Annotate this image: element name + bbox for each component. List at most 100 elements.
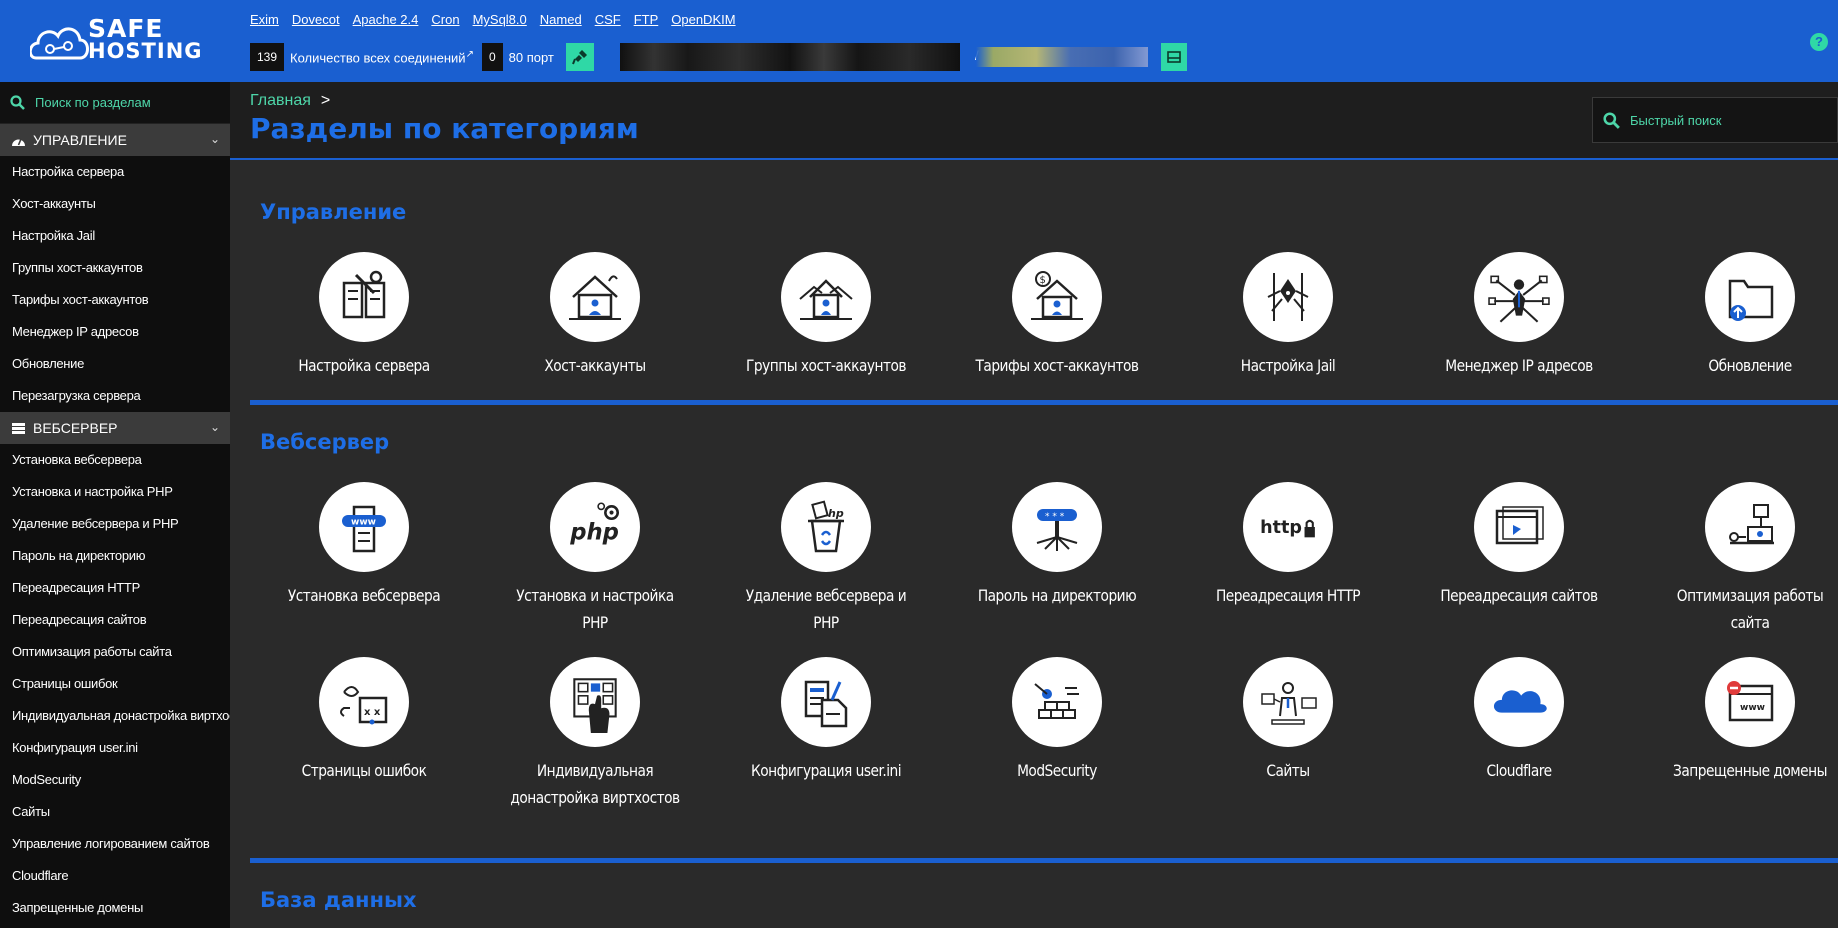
tile-php-setup[interactable]: php Установка и настройка PHP <box>495 482 695 636</box>
service-link-named[interactable]: Named <box>540 12 582 27</box>
service-link-exim[interactable]: Exim <box>250 12 279 27</box>
tile-vhost-custom[interactable]: Индивидуальная донастройка виртхостов <box>495 657 695 811</box>
tile-forbidden-domains[interactable]: www Запрещенные домены <box>1650 657 1838 784</box>
search-icon <box>10 95 25 110</box>
tile-webserver-remove[interactable]: hp Удаление вебсервера и PHP <box>726 482 926 636</box>
sidebar-item-webserver-remove[interactable]: Удаление вебсервера и PHP <box>0 508 230 540</box>
sidebar-search-input[interactable] <box>35 95 215 110</box>
service-link-opendkim[interactable]: OpenDKIM <box>671 12 735 27</box>
tile-host-accounts[interactable]: Хост-аккаунты <box>495 252 695 379</box>
tile-jail[interactable]: Настройка Jail <box>1188 252 1388 379</box>
tile-label: Оптимизация работы сайта <box>1676 586 1824 632</box>
error-pages-icon: x x <box>319 657 409 747</box>
sidebar-item-site-optimization[interactable]: Оптимизация работы сайта <box>0 636 230 668</box>
tile-label: Установка и настройка PHP <box>516 586 674 632</box>
sidebar-item-jail[interactable]: Настройка Jail <box>0 220 230 252</box>
tile-label: Обновление <box>1708 356 1792 375</box>
sidebar-category-label: ВЕБСЕРВЕР <box>33 420 118 436</box>
house-tariff-icon: $ <box>1012 252 1102 342</box>
sidebar-item-server-settings[interactable]: Настройка сервера <box>0 156 230 188</box>
sidebar-item-host-accounts[interactable]: Хост-аккаунты <box>0 188 230 220</box>
main-content: Главная > Разделы по категориям Управлени… <box>230 82 1838 928</box>
sidebar-category-webserver[interactable]: ВЕБСЕРВЕР ⌄ <box>0 412 230 444</box>
tile-http-redirect[interactable]: http Переадресация HTTP <box>1188 482 1388 609</box>
sidebar-item-reboot[interactable]: Перезагрузка сервера <box>0 380 230 412</box>
sidebar-item-error-pages[interactable]: Страницы ошибок <box>0 668 230 700</box>
sidebar-item-ip-manager[interactable]: Менеджер IP адресов <box>0 316 230 348</box>
tile-ip-manager[interactable]: Менеджер IP адресов <box>1419 252 1619 379</box>
sidebar-item-site-redirect[interactable]: Переадресация сайтов <box>0 604 230 636</box>
tile-server-settings[interactable]: Настройка сервера <box>264 252 464 379</box>
service-link-dovecot[interactable]: Dovecot <box>292 12 340 27</box>
tile-label: Переадресация сайтов <box>1440 586 1598 605</box>
tile-modsecurity[interactable]: ModSecurity <box>957 657 1157 784</box>
svg-text:php: php <box>569 519 619 545</box>
service-link-cron[interactable]: Cron <box>431 12 459 27</box>
tile-host-groups[interactable]: Группы хост-аккаунтов <box>726 252 926 379</box>
webserver-install-icon: www <box>319 482 409 572</box>
connections-bar: 139 Количество всех соединений↗ 0 80 пор… <box>250 42 594 72</box>
sidebar-category-label: УПРАВЛЕНИЕ <box>33 132 127 148</box>
sidebar-item-forbidden-domains[interactable]: Запрещенные домены <box>0 892 230 924</box>
breadcrumb-home[interactable]: Главная <box>250 92 311 109</box>
sidebar-item-http-redirect[interactable]: Переадресация HTTP <box>0 572 230 604</box>
service-link-ftp[interactable]: FTP <box>634 12 659 27</box>
sidebar-item-vhost-custom[interactable]: Индивидуальная донастройка виртхостов <box>0 700 230 732</box>
tile-label: Настройка сервера <box>298 356 430 375</box>
sidebar-item-dir-password[interactable]: Пароль на директорию <box>0 540 230 572</box>
connections-count: 139 <box>250 43 285 71</box>
sidebar-item-host-tariffs[interactable]: Тарифы хост-аккаунтов <box>0 284 230 316</box>
sidebar-item-sites[interactable]: Сайты <box>0 796 230 828</box>
service-link-apache[interactable]: Apache 2.4 <box>353 12 419 27</box>
top-header: SAFE HOSTING Exim Dovecot Apache 2.4 Cro… <box>0 0 1838 82</box>
logo-text-hosting: HOSTING <box>88 39 203 63</box>
tile-user-ini[interactable]: Конфигурация user.ini <box>726 657 926 784</box>
dashboard-icon <box>11 134 26 147</box>
tile-site-optimization[interactable]: Оптимизация работы сайта <box>1650 482 1838 636</box>
sidebar-item-cloudflare[interactable]: Cloudflare <box>0 860 230 892</box>
tile-error-pages[interactable]: x x Страницы ошибок <box>264 657 464 784</box>
sidebar-category-management[interactable]: УПРАВЛЕНИЕ ⌄ <box>0 124 230 156</box>
help-icon[interactable]: ? <box>1810 33 1828 51</box>
svg-text:www: www <box>351 518 376 528</box>
plug-icon[interactable] <box>565 43 594 71</box>
tile-label: Настройка Jail <box>1240 356 1336 375</box>
tile-webserver-install[interactable]: www Установка вебсервера <box>264 482 464 609</box>
tile-sites[interactable]: Сайты <box>1188 657 1388 784</box>
server-settings-icon <box>319 252 409 342</box>
tile-host-tariffs[interactable]: $ Тарифы хост-аккаунтов <box>957 252 1157 379</box>
drive-icon[interactable] <box>1161 43 1187 71</box>
chevron-down-icon: ⌄ <box>209 420 220 434</box>
tile-cloudflare[interactable]: Cloudflare <box>1419 657 1619 784</box>
sidebar-item-update[interactable]: Обновление <box>0 348 230 380</box>
svg-text:x x: x x <box>364 707 381 718</box>
connections-link[interactable]: Количество всех соединений↗ <box>290 49 474 65</box>
tile-label: Группы хост-аккаунтов <box>746 356 906 375</box>
sidebar-item-php-setup[interactable]: Установка и настройка PHP <box>0 476 230 508</box>
section-title-webserver: Вебсервер <box>260 430 390 454</box>
safe-hosting-logo[interactable]: SAFE HOSTING <box>30 16 205 66</box>
sidebar-item-modsecurity[interactable]: ModSecurity <box>0 764 230 796</box>
tile-dir-password[interactable]: * * * Пароль на директорию <box>957 482 1157 609</box>
svg-text:www: www <box>1740 703 1765 713</box>
tile-site-redirect[interactable]: Переадресация сайтов <box>1419 482 1619 609</box>
php-delete-icon: hp <box>781 482 871 572</box>
tile-label: Конфигурация user.ini <box>750 761 902 780</box>
sidebar-item-webserver-install[interactable]: Установка вебсервера <box>0 444 230 476</box>
quick-search <box>1592 97 1838 143</box>
section-title-management: Управление <box>260 200 407 224</box>
service-link-mysql[interactable]: MySql8.0 <box>473 12 527 27</box>
page-header: Главная > Разделы по категориям <box>230 82 1838 160</box>
service-link-csf[interactable]: CSF <box>595 12 621 27</box>
sidebar-item-site-logging[interactable]: Управление логированием сайтов <box>0 828 230 860</box>
sidebar: УПРАВЛЕНИЕ ⌄ Настройка сервера Хост-акка… <box>0 82 230 928</box>
sidebar-search <box>0 82 230 124</box>
section-divider <box>250 400 1838 405</box>
sites-icon <box>1243 657 1333 747</box>
network-manager-icon <box>1474 252 1564 342</box>
tile-update[interactable]: Обновление <box>1650 252 1838 379</box>
tile-label: Cloudflare <box>1486 761 1552 780</box>
sidebar-item-user-ini[interactable]: Конфигурация user.ini <box>0 732 230 764</box>
sidebar-item-host-groups[interactable]: Группы хост-аккаунтов <box>0 252 230 284</box>
quick-search-input[interactable] <box>1630 112 1830 128</box>
